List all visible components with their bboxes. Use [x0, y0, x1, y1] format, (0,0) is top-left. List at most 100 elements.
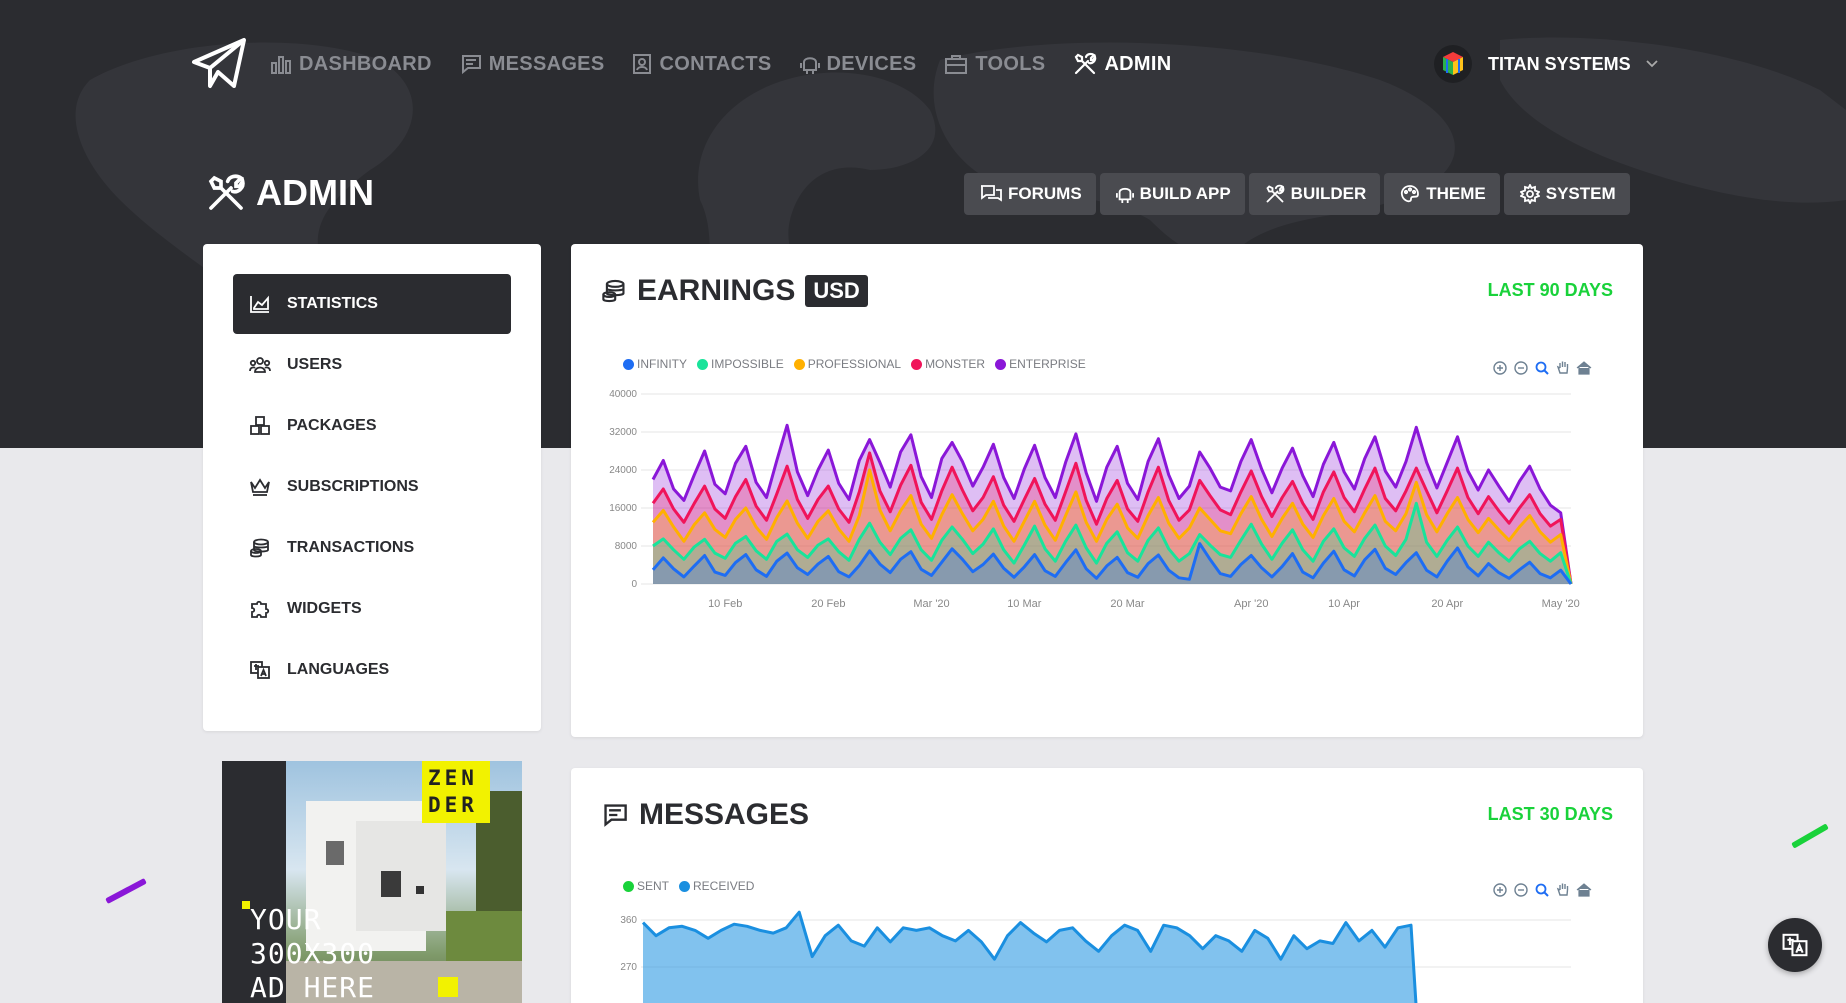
account-menu[interactable]: TITAN SYSTEMS: [1434, 44, 1659, 84]
ad-yellow-square: [242, 901, 250, 909]
x-tick-label: 20 Mar: [1110, 598, 1145, 610]
sidebar-item-transactions[interactable]: TRANSACTIONS: [233, 518, 511, 578]
legend-dot: [623, 358, 634, 370]
tools-icon: [1075, 52, 1097, 75]
legend-item[interactable]: PROFESSIONAL: [793, 357, 901, 371]
messages-title: MESSAGES: [601, 798, 809, 832]
ad-brand-logo: ZEN DER: [422, 761, 490, 823]
admin-sidebar: STATISTICS USERS PACKAGES SUBSCRIPTIONS …: [203, 244, 541, 731]
tab-build-app[interactable]: BUILD APP: [1099, 173, 1245, 215]
pan-icon[interactable]: [1553, 358, 1573, 378]
legend-dot: [911, 358, 923, 370]
android-icon: [799, 57, 820, 74]
tab-forums[interactable]: FORUMS: [964, 173, 1096, 215]
sidebar-item-label: TRANSACTIONS: [287, 539, 415, 556]
tools-icon: [1266, 184, 1285, 203]
nav-tools-label: TOOLS: [975, 52, 1046, 75]
nav-contacts[interactable]: CONTACTS: [632, 53, 771, 76]
legend-item[interactable]: MONSTER: [911, 357, 985, 371]
tab-system[interactable]: SYSTEM: [1503, 173, 1630, 215]
zoom-in-icon[interactable]: [1490, 358, 1510, 378]
x-tick-label: May '20: [1542, 598, 1580, 610]
legend-label: ENTERPRISE: [1009, 357, 1086, 371]
sidebar-item-label: PACKAGES: [287, 417, 377, 434]
users-icon: [249, 357, 271, 373]
earnings-chart: 40000 32000 24000 16000 8000 0 10 Feb 20 Feb Mar…: [609, 389, 1580, 610]
paper-plane-logo-icon[interactable]: [190, 36, 250, 92]
x-tick-label: 20 Apr: [1431, 598, 1463, 610]
sidebar-item-widgets[interactable]: WIDGETS: [233, 579, 511, 639]
legend-dot: [679, 880, 691, 892]
tab-builder-label: BUILDER: [1290, 184, 1367, 203]
messages-chart-toolbar: [1489, 880, 1594, 900]
nav-dashboard-label: DASHBOARD: [299, 52, 432, 75]
nav-dashboard[interactable]: DASHBOARD: [270, 53, 432, 76]
gear-icon: [1519, 184, 1540, 204]
toolbox-icon: [945, 55, 968, 74]
zoom-out-icon[interactable]: [1511, 880, 1531, 900]
tab-build-app-label: BUILD APP: [1139, 184, 1231, 203]
translate-button[interactable]: [1768, 918, 1822, 972]
x-tick-label: 10 Mar: [1007, 598, 1042, 610]
packages-icon: [250, 416, 270, 435]
sidebar-item-users[interactable]: USERS: [233, 335, 511, 395]
ad-yellow-square: [438, 977, 458, 997]
legend-dot: [793, 358, 805, 370]
y-tick-label: 270: [620, 962, 637, 973]
zoom-select-icon[interactable]: [1532, 880, 1552, 900]
decoration-line: [1791, 823, 1829, 849]
ad-brand-line2: DER: [428, 793, 478, 817]
language-icon: [250, 661, 270, 679]
legend-item[interactable]: RECEIVED: [679, 879, 754, 893]
legend-item[interactable]: ENTERPRISE: [995, 357, 1086, 371]
legend-dot: [623, 880, 634, 892]
reset-home-icon[interactable]: [1574, 880, 1594, 900]
nav-contacts-label: CONTACTS: [659, 52, 772, 75]
y-tick-label: 40000: [609, 389, 637, 400]
ad-text: YOUR 300X300 AD HERE: [250, 903, 375, 1003]
legend-item[interactable]: IMPOSSIBLE: [697, 357, 784, 371]
zoom-out-icon[interactable]: [1511, 358, 1531, 378]
sidebar-item-languages[interactable]: LANGUAGES: [233, 640, 511, 700]
zoom-in-icon[interactable]: [1490, 880, 1510, 900]
currency-badge: USD: [805, 275, 868, 307]
ad-brand-line1: ZEN: [428, 766, 478, 790]
nav-admin[interactable]: ADMIN: [1073, 52, 1171, 76]
messages-range[interactable]: LAST 30 DAYS: [1488, 804, 1613, 825]
decoration-line: [105, 878, 147, 904]
legend-label: SENT: [637, 879, 670, 893]
puzzle-icon: [251, 600, 270, 618]
reset-home-icon[interactable]: [1574, 358, 1594, 378]
zoom-select-icon[interactable]: [1532, 358, 1552, 378]
messages-chart: 360 270: [620, 910, 1571, 1003]
tab-theme[interactable]: THEME: [1384, 173, 1500, 215]
earnings-range[interactable]: LAST 90 DAYS: [1488, 280, 1613, 301]
top-navigation: DASHBOARD MESSAGES CONTACTS DEVICES TOOL…: [190, 36, 1199, 92]
legend-item[interactable]: SENT: [623, 879, 669, 893]
sidebar-item-packages[interactable]: PACKAGES: [233, 396, 511, 456]
message-icon: [461, 55, 481, 75]
earnings-chart-toolbar: [1489, 358, 1594, 378]
x-tick-label: 10 Apr: [1328, 598, 1360, 610]
x-tick-label: 20 Feb: [811, 598, 845, 610]
tab-forums-label: FORUMS: [1008, 184, 1082, 203]
tools-icon: [208, 174, 245, 210]
legend-dot: [995, 358, 1007, 370]
legend-item[interactable]: INFINITY: [623, 357, 687, 371]
nav-devices[interactable]: DEVICES: [799, 52, 917, 76]
legend-label: RECEIVED: [693, 879, 755, 893]
nav-devices-label: DEVICES: [826, 52, 917, 75]
sidebar-item-statistics[interactable]: STATISTICS: [233, 274, 511, 334]
tab-builder[interactable]: BUILDER: [1248, 173, 1381, 215]
pan-icon[interactable]: [1553, 880, 1573, 900]
nav-tools[interactable]: TOOLS: [944, 53, 1045, 76]
avatar: [1434, 45, 1472, 83]
ad-banner[interactable]: ZEN DER YOUR 300X300 AD HERE: [222, 761, 522, 1003]
nav-messages[interactable]: MESSAGES: [460, 53, 605, 76]
page-title-text: ADMIN: [256, 172, 374, 213]
coins-icon: [250, 538, 269, 558]
sidebar-item-label: LANGUAGES: [287, 661, 390, 678]
coins-icon: [602, 279, 625, 303]
sidebar-item-subscriptions[interactable]: SUBSCRIPTIONS: [233, 457, 511, 517]
account-name: TITAN SYSTEMS: [1488, 53, 1631, 74]
